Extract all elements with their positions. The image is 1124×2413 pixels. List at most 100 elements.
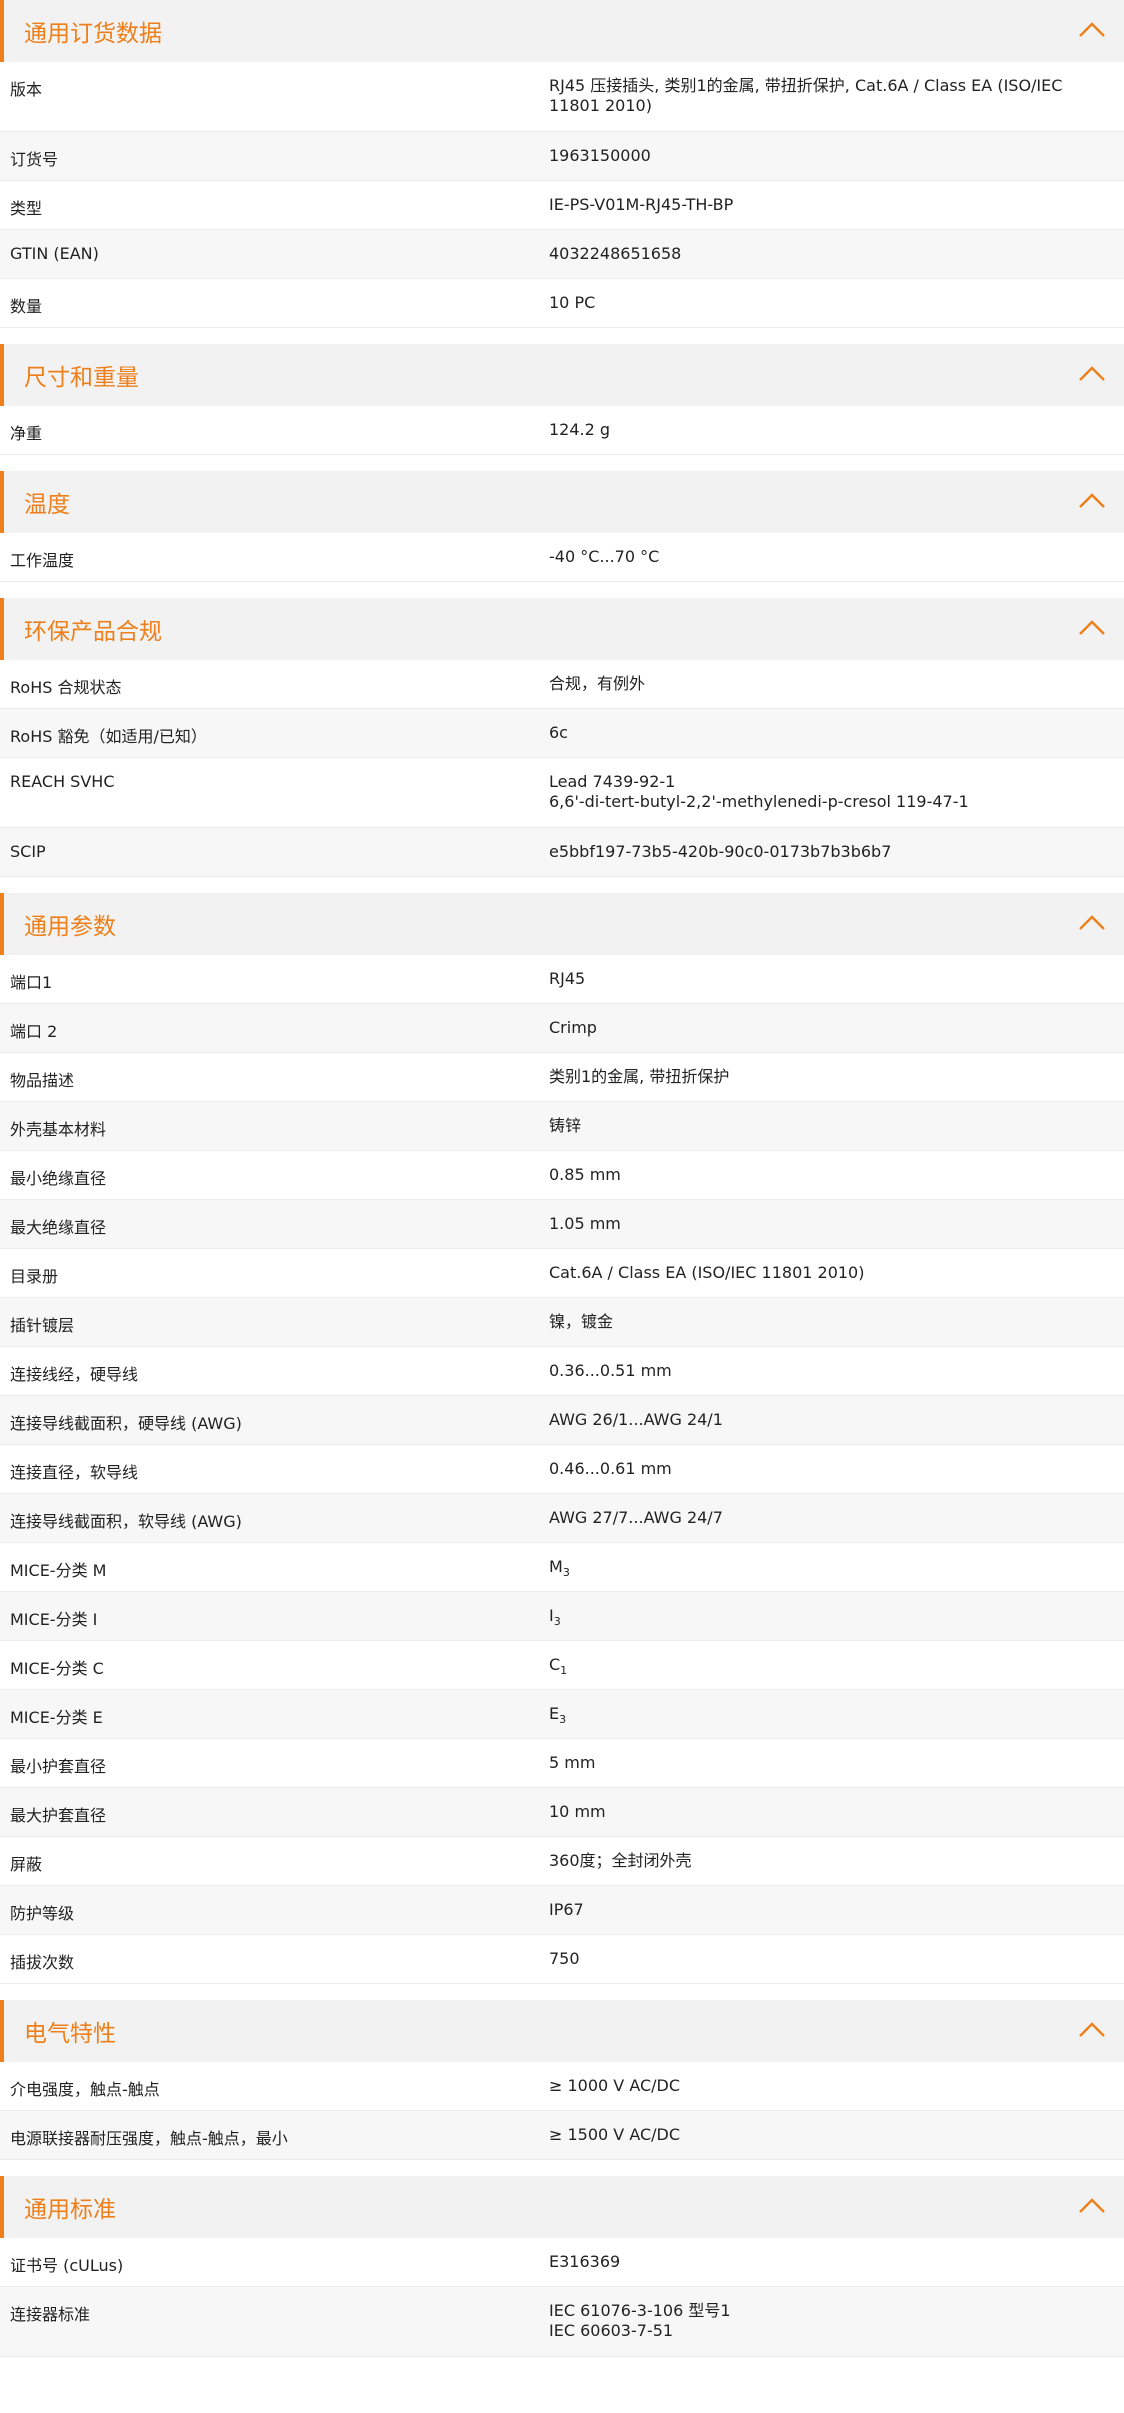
section-header[interactable]: 电气特性 bbox=[0, 2000, 1124, 2062]
spec-label: 证书号 (cULus) bbox=[10, 2256, 124, 2275]
spec-value: 10 mm bbox=[549, 1788, 1124, 1822]
spec-value-text: 1963150000 bbox=[549, 146, 651, 165]
spec-value-text: E bbox=[549, 1704, 560, 1723]
spec-value-text: 124.2 g bbox=[549, 420, 611, 439]
chevron-up-icon[interactable] bbox=[1077, 364, 1107, 384]
spec-value-text: ≥ 1000 V AC/DC bbox=[549, 2076, 681, 2095]
spec-row: 物品描述 类别1的金属, 带扭折保护 bbox=[0, 1053, 1124, 1102]
spec-value-text: 750 bbox=[549, 1949, 580, 1968]
spec-value: e5bbf197-73b5-420b-90c0-0173b7b3b6b7 bbox=[549, 828, 1124, 862]
spec-value: RJ45 bbox=[549, 955, 1124, 989]
spec-value: IE-PS-V01M-RJ45-TH-BP bbox=[549, 181, 1124, 215]
chevron-up-icon[interactable] bbox=[1077, 2020, 1107, 2040]
spec-value-text: 0.46...0.61 mm bbox=[549, 1459, 672, 1478]
spec-value: -40 °C...70 °C bbox=[549, 533, 1124, 567]
spec-value-text: 0.85 mm bbox=[549, 1165, 621, 1184]
spec-row: 最小护套直径 5 mm bbox=[0, 1739, 1124, 1788]
spec-value-text: IE-PS-V01M-RJ45-TH-BP bbox=[549, 195, 734, 214]
section-header[interactable]: 通用订货数据 bbox=[0, 0, 1124, 62]
chevron-up-icon[interactable] bbox=[1077, 913, 1107, 933]
spec-value-text: E316369 bbox=[549, 2252, 621, 2271]
spec-value: AWG 27/7...AWG 24/7 bbox=[549, 1494, 1124, 1528]
spec-label: 介电强度，触点-触点 bbox=[10, 2080, 160, 2099]
spec-value-line: 11801 2010) bbox=[549, 96, 1084, 116]
spec-value-line: 镍，镀金 bbox=[549, 1312, 1084, 1332]
spec-row: RoHS 合规状态 合规，有例外 bbox=[0, 660, 1124, 709]
spec-row: 插拔次数 750 bbox=[0, 1935, 1124, 1984]
spec-value: 镍，镀金 bbox=[549, 1298, 1124, 1332]
spec-value-text: IEC 60603-7-51 bbox=[549, 2321, 674, 2340]
spec-label: 连接直径，软导线 bbox=[10, 1463, 139, 1482]
spec-row: 介电强度，触点-触点 ≥ 1000 V AC/DC bbox=[0, 2062, 1124, 2111]
spec-label: 插拔次数 bbox=[10, 1953, 75, 1972]
chevron-up-icon[interactable] bbox=[1077, 618, 1107, 638]
spec-value-line: 0.36...0.51 mm bbox=[549, 1361, 1084, 1381]
spec-row: 连接线经，硬导线 0.36...0.51 mm bbox=[0, 1347, 1124, 1396]
spec-value-subscript: 3 bbox=[562, 1566, 570, 1580]
spec-label: 工作温度 bbox=[10, 551, 75, 570]
spec-label: 版本 bbox=[10, 80, 43, 99]
spec-value-text: 0.36...0.51 mm bbox=[549, 1361, 672, 1380]
chevron-up-icon[interactable] bbox=[1077, 491, 1107, 511]
spec-row: 数量 10 PC bbox=[0, 279, 1124, 328]
spec-row: 净重 124.2 g bbox=[0, 406, 1124, 455]
spec-value-text: C bbox=[549, 1655, 561, 1674]
spec-value-text: 10 mm bbox=[549, 1802, 606, 1821]
spec-value-line: 10 mm bbox=[549, 1802, 1084, 1822]
spec-row: 订货号 1963150000 bbox=[0, 132, 1124, 181]
spec-value-line: 1963150000 bbox=[549, 146, 1084, 166]
section-title: 通用参数 bbox=[24, 914, 116, 940]
spec-label: 电源联接器耐压强度，触点-触点，最小 bbox=[10, 2129, 288, 2148]
spec-label: MICE-分类 E bbox=[10, 1708, 103, 1727]
spec-row: 连接直径，软导线 0.46...0.61 mm bbox=[0, 1445, 1124, 1494]
section-header[interactable]: 通用参数 bbox=[0, 893, 1124, 955]
spec-value-line: RJ45 压接插头, 类别1的金属, 带扭折保护, Cat.6A / Class… bbox=[549, 76, 1084, 96]
spec-value-text: RJ45 bbox=[549, 969, 586, 988]
spec-value-text: Crimp bbox=[549, 1018, 597, 1037]
spec-value-text: AWG 27/7...AWG 24/7 bbox=[549, 1508, 723, 1527]
spec-label: 净重 bbox=[10, 424, 43, 443]
section-title: 温度 bbox=[24, 492, 70, 518]
spec-row: 工作温度 -40 °C...70 °C bbox=[0, 533, 1124, 582]
chevron-up-icon[interactable] bbox=[1077, 2196, 1107, 2216]
spec-row: SCIP e5bbf197-73b5-420b-90c0-0173b7b3b6b7 bbox=[0, 828, 1124, 877]
spec-value-line: -40 °C...70 °C bbox=[549, 547, 1084, 567]
spec-value-text: 4032248651658 bbox=[549, 244, 682, 263]
spec-row: RoHS 豁免（如适用/已知） 6c bbox=[0, 709, 1124, 758]
section-header[interactable]: 通用标准 bbox=[0, 2176, 1124, 2238]
spec-value: Cat.6A / Class EA (ISO/IEC 11801 2010) bbox=[549, 1249, 1124, 1283]
spec-label: 订货号 bbox=[10, 150, 59, 169]
spec-value: 0.36...0.51 mm bbox=[549, 1347, 1124, 1381]
spec-value: AWG 26/1...AWG 24/1 bbox=[549, 1396, 1124, 1430]
spec-value-text: IEC 61076-3-106 型号1 bbox=[549, 2301, 731, 2320]
spec-label: 屏蔽 bbox=[10, 1855, 43, 1874]
spec-row: 连接导线截面积，软导线 (AWG) AWG 27/7...AWG 24/7 bbox=[0, 1494, 1124, 1543]
spec-label: 端口1 bbox=[10, 973, 53, 992]
spec-accordion: 通用订货数据版本 RJ45 压接插头, 类别1的金属, 带扭折保护, Cat.6A… bbox=[0, 0, 1124, 2357]
spec-value-line: IEC 60603-7-51 bbox=[549, 2321, 1084, 2341]
spec-value-line: 360度；全封闭外壳 bbox=[549, 1851, 1084, 1871]
spec-label: 最大绝缘直径 bbox=[10, 1218, 107, 1237]
spec-value-line: Crimp bbox=[549, 1018, 1084, 1038]
section-header[interactable]: 温度 bbox=[0, 471, 1124, 533]
section-header[interactable]: 环保产品合规 bbox=[0, 598, 1124, 660]
spec-value: 360度；全封闭外壳 bbox=[549, 1837, 1124, 1871]
spec-value-text: 6,6'-di-tert-butyl-2,2'-methylenedi-p-cr… bbox=[549, 792, 969, 811]
spec-value-line: 铸锌 bbox=[549, 1116, 1084, 1136]
section-header[interactable]: 尺寸和重量 bbox=[0, 344, 1124, 406]
spec-row: 电源联接器耐压强度，触点-触点，最小 ≥ 1500 V AC/DC bbox=[0, 2111, 1124, 2160]
spec-value: I3 bbox=[549, 1592, 1124, 1632]
section-title: 通用标准 bbox=[24, 2197, 116, 2223]
spec-label: 物品描述 bbox=[10, 1071, 75, 1090]
spec-label: 连接导线截面积，硬导线 (AWG) bbox=[10, 1414, 242, 1433]
spec-row: MICE-分类 C C1 bbox=[0, 1641, 1124, 1690]
spec-value-line: M3 bbox=[549, 1557, 1084, 1583]
spec-value-text: M bbox=[549, 1557, 563, 1576]
spec-row: 连接导线截面积，硬导线 (AWG) AWG 26/1...AWG 24/1 bbox=[0, 1396, 1124, 1445]
spec-value: E316369 bbox=[549, 2238, 1124, 2272]
spec-value-text: 5 mm bbox=[549, 1753, 596, 1772]
chevron-up-icon[interactable] bbox=[1077, 20, 1107, 40]
spec-value: Crimp bbox=[549, 1004, 1124, 1038]
spec-label: 插针镀层 bbox=[10, 1316, 75, 1335]
section-title: 尺寸和重量 bbox=[24, 365, 139, 391]
